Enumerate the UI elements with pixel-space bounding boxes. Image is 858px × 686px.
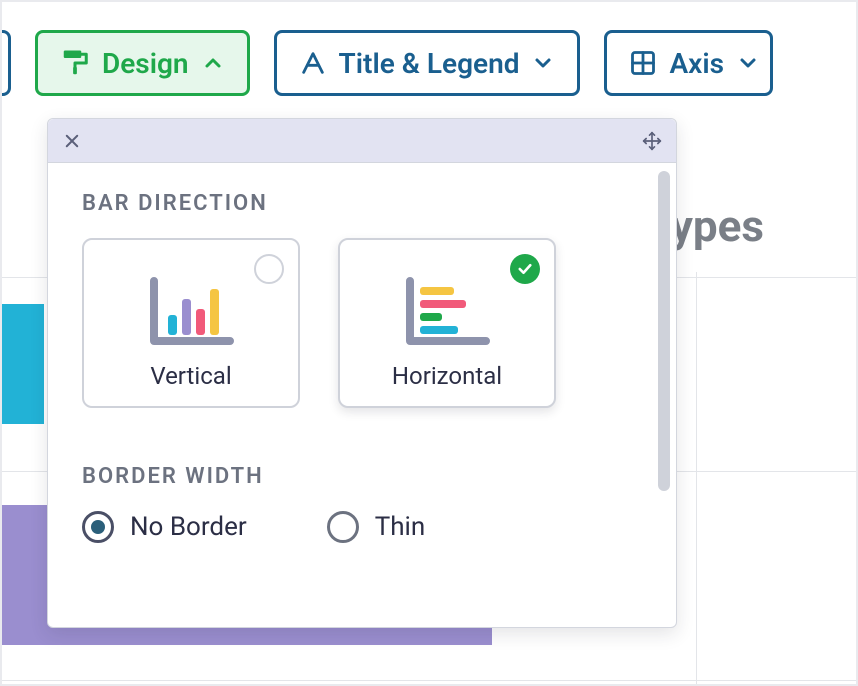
- no-border-label: No Border: [130, 512, 247, 542]
- chevron-down-icon: [531, 51, 555, 75]
- panel-header[interactable]: [48, 119, 676, 163]
- horizontal-bar-chart-icon: [402, 270, 492, 354]
- bar-direction-heading: BAR DIRECTION: [82, 191, 642, 216]
- vertical-bar-chart-icon: [146, 270, 236, 354]
- border-width-heading: BORDER WIDTH: [82, 464, 642, 489]
- close-icon[interactable]: [60, 129, 84, 153]
- axis-button[interactable]: Axis: [604, 30, 773, 96]
- radio-unselected-icon: [254, 254, 284, 284]
- radio-unselected-icon: [327, 511, 359, 543]
- axis-button-label: Axis: [669, 47, 724, 80]
- grid-icon: [629, 49, 657, 77]
- toolbar-button-prev-partial[interactable]: [0, 30, 11, 96]
- move-icon[interactable]: [640, 129, 664, 153]
- title-legend-button[interactable]: Title & Legend: [274, 30, 581, 96]
- scrollbar[interactable]: [658, 171, 670, 491]
- radio-selected-icon: [82, 511, 114, 543]
- horizontal-option-label: Horizontal: [392, 362, 502, 390]
- vertical-option-label: Vertical: [150, 362, 231, 390]
- bar-direction-horizontal-option[interactable]: Horizontal: [338, 238, 556, 408]
- letter-a-icon: [299, 49, 327, 77]
- chevron-up-icon: [201, 51, 225, 75]
- paint-roller-icon: [60, 48, 90, 78]
- chevron-down-icon: [736, 51, 760, 75]
- border-width-none-option[interactable]: No Border: [82, 511, 247, 543]
- design-panel: BAR DIRECTION Vertical: [47, 118, 677, 628]
- chart-config-toolbar: Design Title & Legend Axis: [0, 0, 858, 96]
- design-button[interactable]: Design: [35, 30, 250, 96]
- thin-label: Thin: [375, 512, 426, 542]
- title-legend-button-label: Title & Legend: [339, 47, 520, 80]
- design-button-label: Design: [102, 47, 189, 80]
- bar-direction-vertical-option[interactable]: Vertical: [82, 238, 300, 408]
- border-width-thin-option[interactable]: Thin: [327, 511, 426, 543]
- chart-bar: [2, 304, 44, 424]
- check-selected-icon: [510, 254, 540, 284]
